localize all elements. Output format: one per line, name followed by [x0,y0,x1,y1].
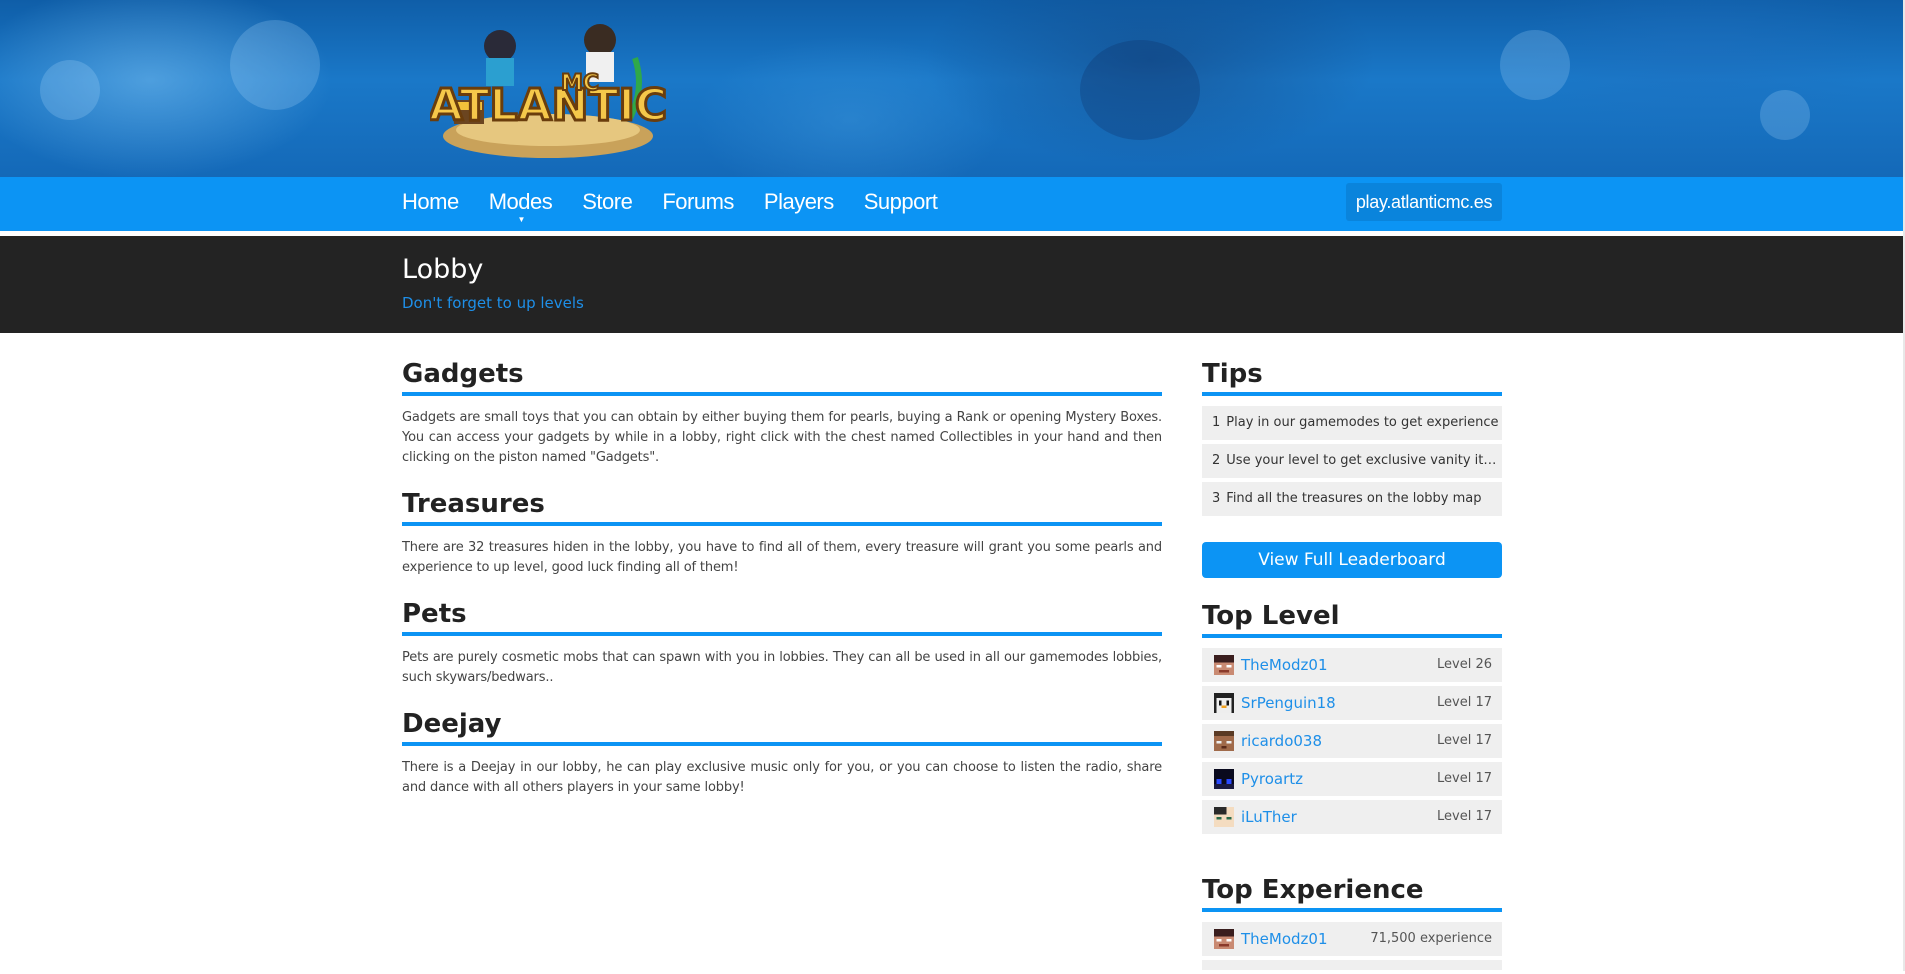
section-body: Gadgets are small toys that you can obta… [402,410,1162,465]
section-body: There is a Deejay in our lobby, he can p… [402,760,1162,795]
page-title: Lobby [402,254,484,285]
player-level: Level 17 [1437,733,1492,748]
tips-heading: Tips [1202,359,1263,389]
page-title-bar: Lobby Don't forget to up levels [0,236,1905,333]
main-content: Gadgets Gadgets are small toys that you … [402,352,1162,812]
banner-decoration [1080,40,1200,140]
sidebar: Tips 1 Play in our gamemodes to get exper… [1202,352,1502,974]
main-nav: Home Modes ▼ Store Forums Players Suppor… [0,177,1905,227]
player-name-link[interactable]: ricardo038 [1241,724,1322,758]
atlanticmc-logo[interactable]: ATLANTIC MC [430,8,670,163]
player-level: Level 26 [1437,657,1492,672]
nav-support[interactable]: Support [864,177,938,227]
nav-players[interactable]: Players [764,177,834,227]
top-experience-heading: Top Experience [1202,875,1424,905]
banner-decoration [40,60,100,120]
banner-decoration [230,20,320,110]
player-level: Level 17 [1437,809,1492,824]
section-gadgets: Gadgets Gadgets are small toys that you … [402,352,1162,468]
player-avatar [1214,655,1234,675]
player-name-link[interactable]: TheModz01 [1241,922,1328,956]
player-avatar [1214,693,1234,713]
tip-number: 1 [1212,415,1221,430]
section-heading: Gadgets [402,359,524,389]
tip-item: 3 Find all the treasures on the lobby map [1202,482,1502,516]
section-divider [402,742,1162,746]
section-body: There are 32 treasures hiden in the lobb… [402,540,1162,575]
nav-items: Home Modes ▼ Store Forums Players Suppor… [402,177,967,227]
leaderboard-row-partial [1202,960,1502,970]
player-avatar [1214,731,1234,751]
section-divider [402,392,1162,396]
section-divider [402,632,1162,636]
tip-item: 2 Use your level to get exclusive vanity … [1202,444,1502,478]
player-name-link[interactable]: iLuTher [1241,800,1297,834]
section-deejay: Deejay There is a Deejay in our lobby, h… [402,702,1162,798]
nav-store[interactable]: Store [582,177,633,227]
tip-number: 2 [1212,453,1221,468]
nav-underline [0,227,1905,231]
player-name-link[interactable]: TheModz01 [1241,648,1328,682]
tip-text: Find all the treasures on the lobby map [1226,491,1482,506]
nav-home[interactable]: Home [402,177,459,227]
header-banner: ATLANTIC MC [0,0,1905,177]
logo-lettering: ATLANTIC [430,80,667,131]
nav-forums[interactable]: Forums [662,177,734,227]
player-avatar [1214,929,1234,949]
view-leaderboard-button[interactable]: View Full Leaderboard [1202,542,1502,578]
server-ip-box[interactable]: play.atlanticmc.es [1346,183,1502,221]
player-level: Level 17 [1437,695,1492,710]
chevron-down-icon: ▼ [517,215,525,224]
section-divider [1202,634,1502,638]
player-experience: 71,500 experience [1370,931,1492,946]
nav-modes-label: Modes [488,189,553,214]
section-divider [1202,392,1502,396]
leaderboard-row: SrPenguin18 Level 17 [1202,686,1502,720]
section-heading: Deejay [402,709,502,739]
section-heading: Pets [402,599,467,629]
svg-text:MC: MC [561,71,599,96]
top-level-heading: Top Level [1202,601,1340,631]
section-treasures: Treasures There are 32 treasures hiden i… [402,482,1162,578]
player-level: Level 17 [1437,771,1492,786]
section-divider [1202,908,1502,912]
tip-number: 3 [1212,491,1221,506]
player-name-link[interactable]: SrPenguin18 [1241,686,1336,720]
section-body: Pets are purely cosmetic mobs that can s… [402,650,1162,685]
tip-text: Play in our gamemodes to get experience [1226,415,1499,430]
player-name-link[interactable]: Pyroartz [1241,762,1303,796]
nav-modes[interactable]: Modes ▼ [489,177,553,227]
player-avatar [1214,769,1234,789]
leaderboard-row: iLuTher Level 17 [1202,800,1502,834]
banner-decoration [1500,30,1570,100]
leaderboard-row: ricardo038 Level 17 [1202,724,1502,758]
player-avatar [1214,807,1234,827]
page-subtitle: Don't forget to up levels [402,294,584,312]
leaderboard-row: Pyroartz Level 17 [1202,762,1502,796]
leaderboard-row: TheModz01 Level 26 [1202,648,1502,682]
section-divider [402,522,1162,526]
section-pets: Pets Pets are purely cosmetic mobs that … [402,592,1162,688]
leaderboard-row: TheModz01 71,500 experience [1202,922,1502,956]
tip-text: Use your level to get exclusive vanity i… [1226,453,1502,468]
tip-item: 1 Play in our gamemodes to get experience [1202,406,1502,440]
banner-decoration [1760,90,1810,140]
section-heading: Treasures [402,489,545,519]
